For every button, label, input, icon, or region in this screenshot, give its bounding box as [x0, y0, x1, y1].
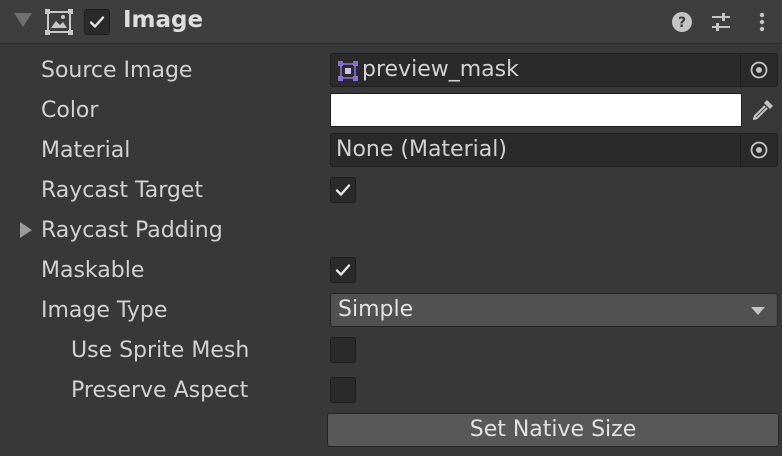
raycast-padding-label[interactable]: Raycast Padding	[41, 218, 223, 243]
checkmark-icon	[89, 16, 105, 28]
component-title: Image	[123, 7, 204, 33]
use-sprite-mesh-checkbox[interactable]	[330, 337, 356, 363]
raycast-target-checkbox[interactable]	[330, 177, 356, 203]
dropdown-arrow-icon	[751, 307, 765, 315]
object-picker-icon	[750, 61, 768, 79]
fold-arrow-icon[interactable]	[14, 13, 32, 27]
source-image-picker[interactable]	[740, 54, 777, 86]
component-enabled-checkbox[interactable]	[84, 9, 110, 35]
material-value: None (Material)	[336, 137, 507, 162]
image-type-dropdown[interactable]: Simple	[330, 293, 778, 327]
checkmark-icon	[335, 264, 351, 276]
preserve-aspect-label: Preserve Aspect	[71, 378, 249, 403]
image-component-icon	[45, 9, 73, 35]
checkmark-icon	[335, 184, 351, 196]
object-picker-icon	[750, 141, 768, 159]
use-sprite-mesh-label: Use Sprite Mesh	[71, 338, 250, 363]
maskable-checkbox[interactable]	[330, 257, 356, 283]
svg-text:?: ?	[678, 15, 686, 31]
maskable-label: Maskable	[41, 258, 145, 283]
material-picker[interactable]	[740, 134, 777, 166]
material-label: Material	[41, 138, 131, 163]
source-image-field[interactable]: preview_mask	[330, 53, 778, 87]
source-image-label: Source Image	[41, 58, 193, 83]
set-native-size-button[interactable]: Set Native Size	[327, 413, 779, 447]
raycast-target-label: Raycast Target	[41, 178, 204, 203]
color-swatch[interactable]	[330, 93, 742, 127]
source-image-value: preview_mask	[362, 57, 519, 82]
eyedropper-icon[interactable]	[750, 97, 776, 123]
material-field[interactable]: None (Material)	[330, 133, 778, 167]
sprite-icon	[338, 61, 358, 81]
color-label: Color	[41, 98, 99, 123]
image-type-value: Simple	[338, 297, 414, 322]
kebab-menu-icon[interactable]	[750, 10, 774, 34]
component-header: Image ?	[0, 0, 782, 44]
presets-sliders-icon[interactable]	[709, 10, 733, 34]
raycast-padding-expand-icon[interactable]	[20, 222, 32, 238]
preserve-aspect-checkbox[interactable]	[330, 377, 356, 403]
help-icon[interactable]: ?	[670, 10, 694, 34]
image-type-label: Image Type	[41, 298, 168, 323]
